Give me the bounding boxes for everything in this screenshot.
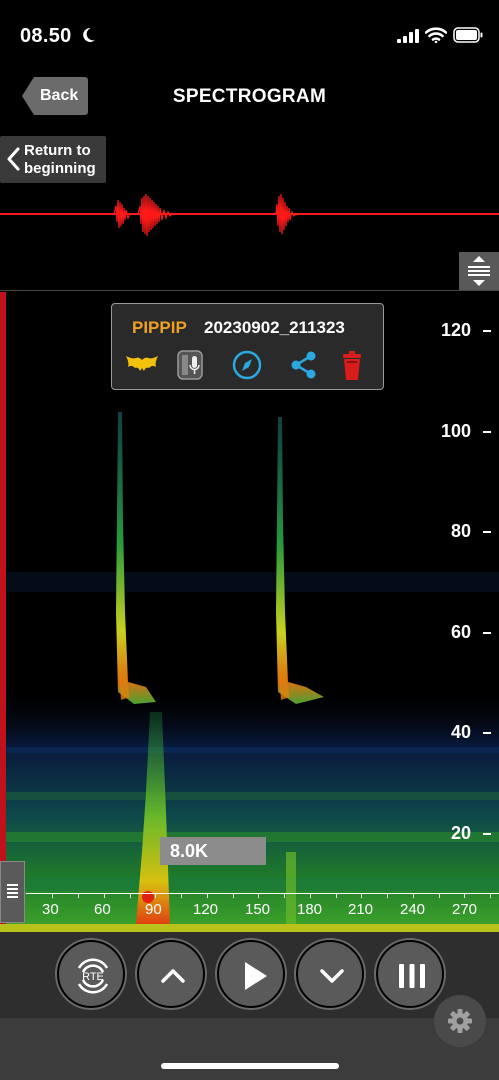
y-tick-label: 100	[440, 421, 471, 441]
recorder-icon[interactable]	[172, 348, 208, 382]
status-time: 08.50	[20, 25, 72, 47]
x-tick	[52, 893, 53, 898]
play-button[interactable]	[217, 940, 285, 1008]
x-tick-label: 210	[348, 901, 374, 918]
x-tick	[233, 893, 234, 898]
y-tick	[483, 632, 491, 634]
y-tick-label: 80	[450, 521, 471, 541]
x-tick	[387, 893, 388, 898]
x-tick-label: 120	[193, 901, 219, 918]
recording-file-name: 20230902_211323	[204, 318, 345, 337]
cellular-signal-icon	[397, 29, 419, 43]
y-tick-label: 120	[440, 320, 471, 340]
x-tick	[78, 893, 79, 898]
y-tick-label: 40	[450, 722, 471, 742]
rte-button[interactable]: RTE	[57, 940, 125, 1008]
status-bar: 08.50	[0, 0, 499, 60]
frequency-axis: 120 100 80 60 40 20	[430, 292, 499, 912]
x-tick	[155, 893, 156, 898]
return-label-line1: Return to	[24, 142, 91, 159]
divider	[0, 290, 499, 291]
return-label: Return to beginning	[24, 142, 96, 178]
chevron-up-icon	[161, 969, 185, 983]
x-tick-label: 90	[145, 901, 162, 918]
time-axis	[26, 893, 499, 894]
rte-label: RTE	[82, 971, 104, 983]
x-tick	[490, 893, 491, 898]
y-tick	[483, 531, 491, 533]
x-tick-label: 270	[452, 901, 478, 918]
x-tick-label: 180	[297, 901, 323, 918]
x-tick	[439, 893, 440, 898]
x-tick	[130, 893, 131, 898]
bottom-safe-area	[0, 1018, 499, 1080]
frequency-readout-value: 8.0K	[170, 841, 209, 861]
down-button[interactable]	[296, 940, 364, 1008]
settings-button[interactable]	[434, 995, 486, 1047]
y-tick-label: 60	[450, 622, 471, 642]
x-tick	[104, 893, 105, 898]
grip-icon	[7, 884, 18, 898]
compass-icon[interactable]	[229, 348, 265, 382]
x-tick	[310, 893, 311, 898]
species-code: PIPPIP	[132, 318, 187, 337]
x-tick	[464, 893, 465, 898]
gear-icon	[448, 1009, 472, 1033]
return-label-line2: beginning	[24, 160, 96, 177]
waveform-overview[interactable]	[0, 188, 499, 243]
x-tick	[258, 893, 259, 898]
x-tick	[361, 893, 362, 898]
x-tick	[207, 893, 208, 898]
share-icon[interactable]	[286, 348, 322, 382]
y-tick	[483, 833, 491, 835]
slider-handle[interactable]	[0, 861, 25, 923]
resize-handle[interactable]	[459, 252, 499, 290]
resize-icon	[468, 256, 490, 286]
battery-icon	[453, 27, 483, 43]
x-tick	[284, 893, 285, 898]
frequency-readout: 8.0K	[160, 837, 266, 865]
wifi-icon	[425, 27, 447, 43]
chevron-left-icon	[7, 147, 20, 171]
up-button[interactable]	[137, 940, 205, 1008]
page-title: SPECTROGRAM	[172, 86, 327, 107]
amplitude-band	[0, 924, 499, 932]
home-indicator[interactable]	[161, 1063, 339, 1069]
x-tick-label: 60	[94, 901, 111, 918]
recording-info-panel: PIPPIP 20230902_211323	[111, 303, 384, 390]
y-tick	[483, 330, 491, 332]
x-tick-label: 240	[400, 901, 426, 918]
x-tick-label: 30	[42, 901, 59, 918]
y-tick-label: 20	[450, 823, 471, 843]
rte-icon: RTE	[77, 958, 109, 994]
x-tick	[413, 893, 414, 898]
bat-icon[interactable]	[124, 348, 160, 382]
trash-icon[interactable]	[334, 348, 370, 382]
y-tick	[483, 431, 491, 433]
x-tick	[181, 893, 182, 898]
chevron-down-icon	[320, 969, 344, 983]
x-tick	[336, 893, 337, 898]
play-icon	[245, 962, 267, 990]
return-to-beginning-button[interactable]: Return to beginning	[0, 136, 106, 183]
moon-icon	[83, 27, 95, 42]
y-tick	[483, 732, 491, 734]
x-tick-label: 150	[245, 901, 271, 918]
